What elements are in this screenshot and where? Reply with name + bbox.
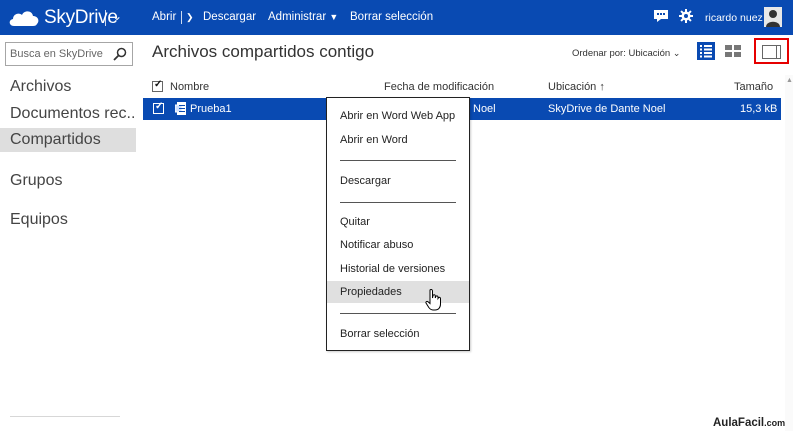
sidebar-item-documentos-recientes[interactable]: Documentos rec... (0, 102, 136, 126)
avatar[interactable] (764, 7, 782, 27)
thumbnail-view-icon[interactable] (725, 45, 741, 57)
row-location: SkyDrive de Dante Noel (548, 103, 666, 115)
column-header-name[interactable]: Nombre (170, 81, 209, 93)
sidebar-item-compartidos[interactable]: Compartidos (0, 128, 136, 152)
list-view-icon[interactable] (697, 42, 715, 60)
chevron-down-icon: ▼ (329, 12, 339, 22)
messages-icon[interactable] (654, 10, 668, 22)
sort-label: Ordenar por: Ubicación (572, 48, 671, 59)
menu-item-remove[interactable]: Quitar (327, 211, 469, 233)
scrollbar[interactable]: ▲ (785, 75, 793, 431)
sort-arrow-icon: ↑ (599, 81, 605, 93)
sidebar-divider (10, 416, 120, 417)
menu-separator (340, 202, 456, 203)
row-size: 15,3 kB (740, 103, 778, 115)
menu-separator (340, 160, 456, 161)
manage-button[interactable]: Administrar ▼ (268, 11, 338, 23)
menu-separator (340, 313, 456, 314)
menu-item-download[interactable]: Descargar (327, 170, 469, 192)
column-header-size[interactable]: Tamaño (734, 81, 773, 93)
row-modified: Noel (473, 103, 496, 115)
row-checkbox[interactable] (153, 101, 164, 114)
menu-item-report-abuse[interactable]: Notificar abuso (327, 234, 469, 256)
search-icon[interactable] (113, 47, 127, 61)
watermark-text: AulaFacil (713, 417, 765, 429)
column-header-location[interactable]: Ubicación ↑ (548, 81, 605, 93)
divider (181, 11, 182, 24)
cloud-icon (9, 11, 39, 26)
details-pane-icon (762, 45, 781, 59)
page-title: Archivos compartidos contigo (152, 42, 375, 61)
user-name[interactable]: ricardo nuez (705, 12, 763, 24)
column-header-modified[interactable]: Fecha de modificación (384, 81, 494, 93)
sidebar-item-archivos[interactable]: Archivos (0, 75, 136, 99)
hand-cursor-icon (425, 289, 441, 311)
clear-selection-button[interactable]: Borrar selección (350, 11, 433, 23)
manage-label: Administrar (268, 11, 327, 23)
sort-dropdown[interactable]: Ordenar por: Ubicación ⌄ (572, 48, 680, 59)
open-dropdown-chevron-icon[interactable]: ❯ (186, 11, 194, 23)
sidebar-item-equipos[interactable]: Equipos (0, 208, 136, 232)
gear-icon[interactable] (679, 9, 693, 23)
menu-item-clear-selection[interactable]: Borrar selección (327, 323, 469, 345)
skydrive-logo[interactable]: SkyDrive (8, 6, 118, 30)
menu-item-version-history[interactable]: Historial de versiones (327, 258, 469, 280)
column-header-location-label: Ubicación (548, 81, 597, 93)
details-pane-button[interactable] (754, 38, 789, 64)
search-placeholder: Busca en SkyDrive (10, 48, 103, 60)
open-button[interactable]: Abrir (152, 11, 176, 23)
select-all-checkbox[interactable] (152, 79, 163, 92)
row-name[interactable]: Prueba1 (190, 103, 232, 115)
watermark-suffix: .com (764, 418, 786, 428)
download-button[interactable]: Descargar (203, 11, 256, 23)
brand-divider (105, 10, 106, 26)
watermark: AulaFacil.com (713, 417, 785, 429)
sidebar-item-grupos[interactable]: Grupos (0, 169, 136, 193)
top-bar: SkyDrive ⌄ Abrir ❯ Descargar Administrar… (0, 0, 793, 35)
menu-item-open-in-word[interactable]: Abrir en Word (327, 129, 469, 151)
scroll-up-icon[interactable]: ▲ (786, 77, 793, 84)
word-document-icon (175, 102, 186, 115)
menu-item-open-word-web-app[interactable]: Abrir en Word Web App (327, 105, 469, 127)
search-input[interactable]: Busca en SkyDrive (5, 42, 133, 66)
context-menu: Abrir en Word Web App Abrir en Word Desc… (326, 97, 470, 351)
brand-name: SkyDrive (44, 7, 118, 28)
chevron-down-icon[interactable]: ⌄ (112, 9, 122, 23)
menu-item-properties[interactable]: Propiedades (327, 281, 469, 303)
chevron-down-icon: ⌄ (672, 48, 681, 58)
